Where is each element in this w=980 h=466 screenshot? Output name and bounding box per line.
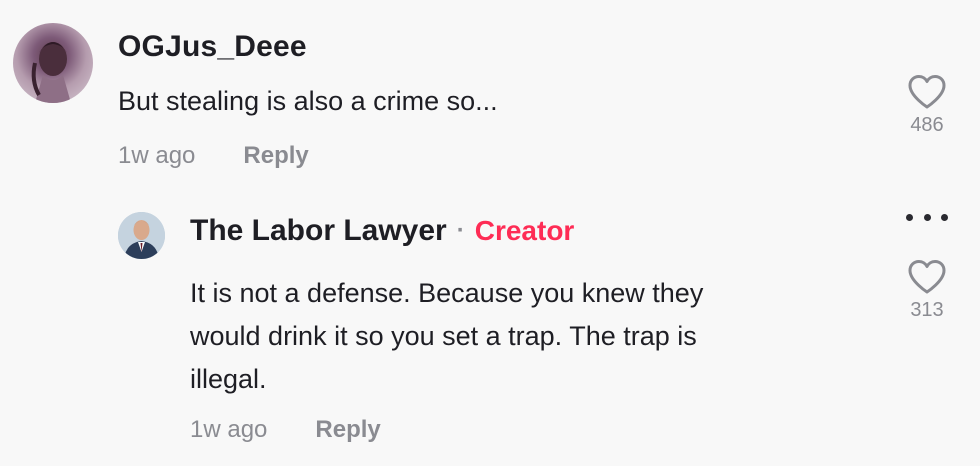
separator-dot: ·: [456, 217, 465, 244]
dot: [906, 213, 913, 221]
reply-text-line: would drink it so you set a trap. The tr…: [190, 321, 697, 351]
reply-button[interactable]: Reply: [243, 142, 308, 170]
more-horizontal-icon[interactable]: [906, 210, 948, 224]
dot: [923, 213, 931, 221]
reply-text: It is not a defense. Because you knew th…: [190, 272, 830, 401]
reply-text-line: illegal.: [190, 364, 267, 394]
reply-username[interactable]: The Labor Lawyer: [190, 214, 447, 248]
comment-meta: 1w ago Reply: [118, 142, 309, 170]
heart-outline-icon: [908, 75, 946, 109]
avatar[interactable]: [13, 23, 93, 103]
comment-username[interactable]: OGJus_Deee: [118, 30, 307, 64]
reply-button[interactable]: Reply: [315, 416, 380, 444]
creator-badge: Creator: [474, 215, 575, 246]
reply-meta: 1w ago Reply: [190, 416, 381, 444]
avatar[interactable]: [118, 212, 165, 259]
reply-timestamp: 1w ago: [190, 416, 268, 443]
like-button[interactable]: 313: [897, 259, 957, 322]
comment-timestamp: 1w ago: [118, 142, 196, 169]
heart-outline-icon: [908, 260, 946, 294]
like-count: 486: [910, 114, 944, 136]
comment-list: OGJus_Deee But stealing is also a crime …: [0, 0, 980, 466]
reply-username-row: The Labor Lawyer · Creator: [190, 214, 574, 248]
like-count: 313: [910, 299, 944, 321]
dot: [941, 213, 948, 221]
like-button[interactable]: 486: [897, 74, 957, 137]
avatar-image: [118, 212, 165, 259]
reply-text-line: It is not a defense. Because you knew th…: [190, 278, 704, 308]
avatar-image: [31, 42, 71, 103]
comment-text: But stealing is also a crime so...: [118, 86, 498, 116]
